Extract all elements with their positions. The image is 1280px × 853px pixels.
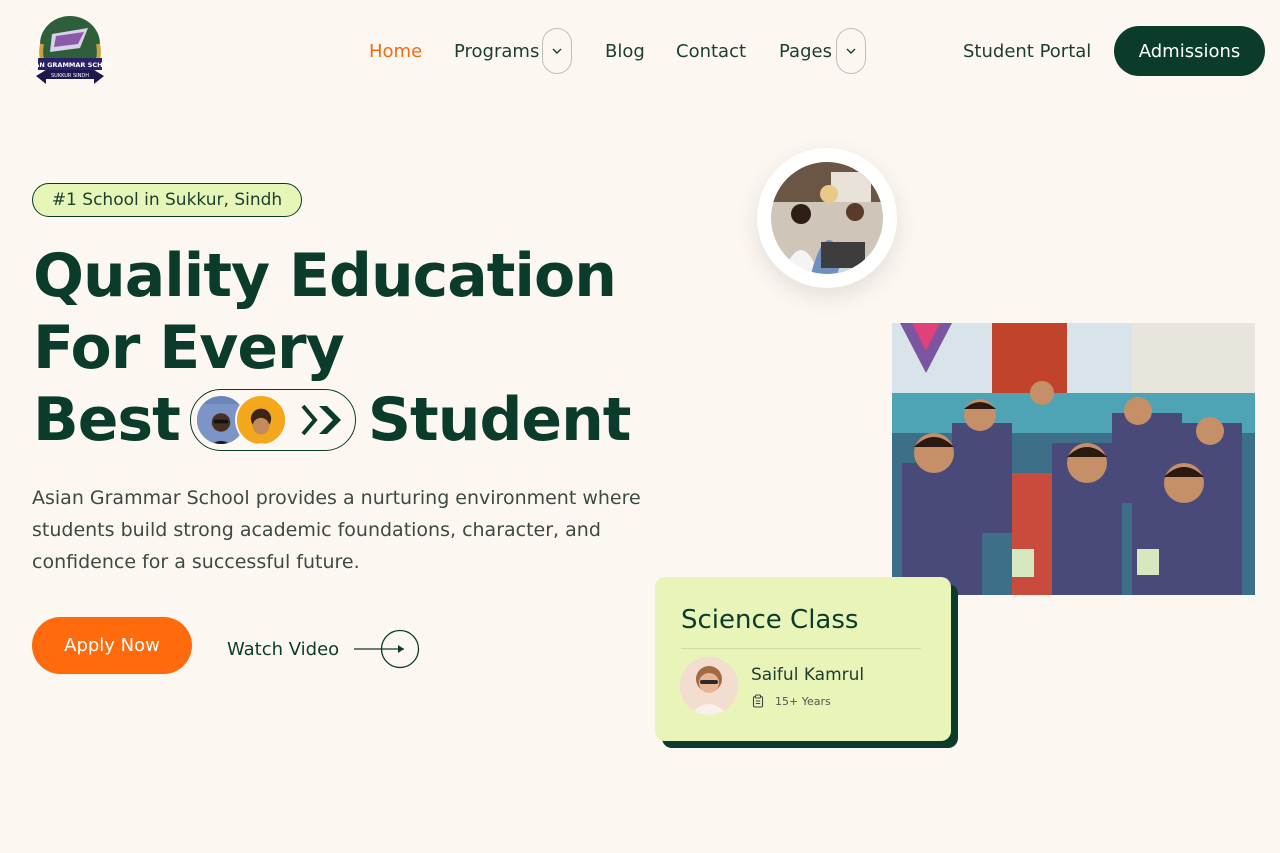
hero-description: Asian Grammar School provides a nurturin…	[32, 487, 641, 573]
headline-line-1: Quality Education	[33, 241, 617, 311]
class-card[interactable]: Science Class Saiful Kamrul 15+ Years	[655, 577, 951, 741]
student-avatars-pill	[189, 389, 356, 451]
nav-contact[interactable]: Contact	[676, 26, 746, 76]
headline-line-2: For Every	[33, 313, 345, 383]
student-portal-link[interactable]: Student Portal	[963, 26, 1091, 76]
headline-word-student: Student	[367, 385, 632, 455]
class-title: Science Class	[681, 605, 859, 635]
clipboard-icon	[752, 694, 764, 708]
admissions-button[interactable]: Admissions	[1114, 26, 1265, 76]
classroom-photo	[892, 323, 1255, 595]
ranking-badge: #1 School in Sukkur, Sindh	[32, 183, 302, 217]
teacher-avatar	[680, 657, 738, 715]
nav-home[interactable]: Home	[369, 26, 422, 76]
teachers-circle-photo	[757, 148, 897, 288]
nav-blog[interactable]: Blog	[605, 26, 645, 76]
pages-dropdown-toggle[interactable]	[836, 28, 866, 74]
chevron-down-icon	[552, 48, 562, 54]
headline-line-3: Best Student	[33, 384, 632, 456]
card-divider	[681, 648, 921, 649]
nav-programs[interactable]: Programs	[454, 26, 539, 76]
student-avatar	[234, 394, 287, 446]
teacher-experience: 15+ Years	[751, 694, 831, 708]
headline-word-best: Best	[33, 385, 181, 455]
arrow-right-circle-icon[interactable]	[352, 629, 420, 669]
teacher-name: Saiful Kamrul	[751, 665, 865, 685]
apply-now-button[interactable]: Apply Now	[32, 617, 192, 674]
programs-dropdown-toggle[interactable]	[542, 28, 572, 74]
teachers-photo	[771, 162, 883, 274]
watch-video-link[interactable]: Watch Video	[227, 629, 339, 669]
double-chevron-icon	[301, 404, 341, 436]
hero-headline: Quality Education For Every Best Student	[33, 240, 632, 456]
nav-pages[interactable]: Pages	[779, 26, 832, 76]
experience-label: 15+ Years	[775, 694, 831, 708]
chevron-down-icon	[846, 48, 856, 54]
